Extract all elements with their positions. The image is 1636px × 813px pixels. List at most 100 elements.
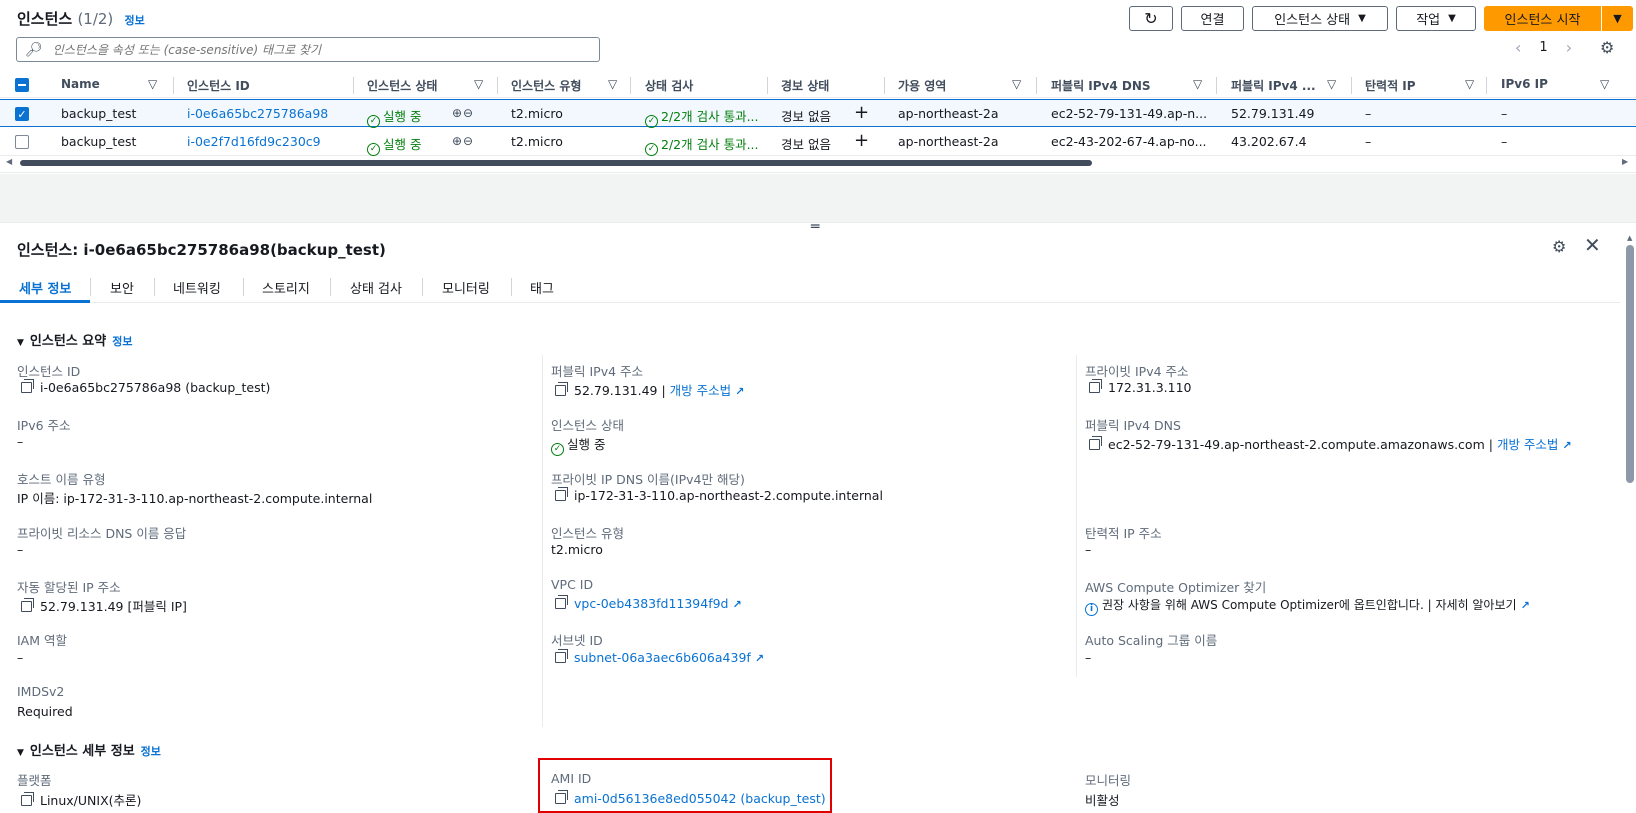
subnet-link[interactable]: subnet-06a3aec6b606a439f bbox=[574, 650, 751, 665]
col-availability-zone[interactable]: 가용 영역 bbox=[898, 77, 946, 94]
summary-section-header[interactable]: ▼ 인스턴스 요약 정보 bbox=[17, 330, 132, 349]
row-instance-id-link[interactable]: i-0e2f7d16fd9c230c9 bbox=[187, 134, 321, 149]
actions-label: 작업 bbox=[1416, 13, 1441, 28]
table-row[interactable]: backup_test i-0e2f7d16fd9c230c9 ✓ 실행 중 ⊕⊖… bbox=[0, 128, 1636, 156]
private-dns-label: 프라이빗 IP DNS 이름(IPv4만 해당) bbox=[551, 472, 745, 487]
check-circle-icon: ✓ bbox=[367, 143, 380, 156]
instance-state-button[interactable]: 인스턴스 상태 ▼ bbox=[1252, 6, 1388, 31]
scroll-right-icon[interactable]: ▶ bbox=[1622, 157, 1628, 166]
learn-more-link[interactable]: 자세히 알아보기 bbox=[1435, 598, 1516, 612]
copy-icon[interactable] bbox=[21, 792, 34, 806]
sort-icon[interactable]: ▽ bbox=[1465, 77, 1474, 91]
select-all-checkbox[interactable] bbox=[15, 78, 29, 92]
auto-ip-value: 52.79.131.49 [퍼블릭 IP] bbox=[21, 596, 187, 615]
iam-label: IAM 역할 bbox=[17, 633, 67, 648]
tab-status-checks[interactable]: 상태 검사 bbox=[350, 278, 402, 297]
gear-icon[interactable]: ⚙ bbox=[1600, 38, 1614, 57]
copy-icon[interactable] bbox=[555, 487, 568, 501]
plus-icon[interactable]: + bbox=[854, 130, 869, 151]
public-dns-label: 퍼블릭 IPv4 DNS bbox=[1085, 418, 1181, 433]
col-public-dns[interactable]: 퍼블릭 IPv4 DNS bbox=[1051, 77, 1151, 94]
tab-storage[interactable]: 스토리지 bbox=[262, 278, 310, 297]
details-section-header[interactable]: ▼ 인스턴스 세부 정보 정보 bbox=[17, 740, 161, 759]
sort-icon[interactable]: ▽ bbox=[148, 77, 157, 91]
copy-icon[interactable] bbox=[555, 382, 568, 396]
launch-label: 인스턴스 시작 bbox=[1504, 13, 1581, 28]
info-link[interactable]: 정보 bbox=[112, 335, 132, 348]
imds-value: Required bbox=[17, 704, 73, 719]
info-link[interactable]: 정보 bbox=[125, 14, 145, 27]
public-ipv4-value: 52.79.131.49 | 개방 주소법 ↗ bbox=[555, 380, 744, 399]
col-alarm-status[interactable]: 경보 상태 bbox=[781, 77, 829, 94]
copy-icon[interactable] bbox=[21, 379, 34, 393]
search-icon: 🔎︎ bbox=[25, 41, 43, 58]
row-checkbox[interactable]: ✓ bbox=[15, 107, 29, 121]
plus-icon[interactable]: + bbox=[854, 102, 869, 123]
copy-icon[interactable] bbox=[1089, 379, 1102, 393]
sort-icon[interactable]: ▽ bbox=[474, 77, 483, 91]
sort-icon[interactable]: ▽ bbox=[1193, 77, 1202, 91]
col-instance-type[interactable]: 인스턴스 유형 bbox=[511, 77, 581, 94]
state-label: 인스턴스 상태 bbox=[551, 418, 624, 433]
public-dns-value: ec2-52-79-131-49.ap-northeast-2.compute.… bbox=[1089, 434, 1572, 453]
vertical-scrollbar[interactable] bbox=[1626, 245, 1634, 483]
copy-icon[interactable] bbox=[555, 595, 568, 609]
copy-icon[interactable] bbox=[21, 598, 34, 612]
sort-icon[interactable]: ▽ bbox=[1012, 77, 1021, 91]
tab-networking[interactable]: 네트워킹 bbox=[173, 278, 221, 297]
sort-icon[interactable]: ▽ bbox=[608, 77, 617, 91]
check-circle-icon: ✓ bbox=[551, 443, 564, 456]
caret-down-icon: ▼ bbox=[17, 338, 24, 348]
zoom-icons[interactable]: ⊕⊖ bbox=[452, 134, 474, 148]
copy-icon[interactable] bbox=[555, 649, 568, 663]
connect-button[interactable]: 연결 bbox=[1181, 6, 1244, 31]
scroll-thumb[interactable] bbox=[20, 160, 1092, 166]
col-public-ipv4[interactable]: 퍼블릭 IPv4 ... bbox=[1231, 77, 1316, 94]
table-row[interactable]: ✓ backup_test i-0e6a65bc275786a98 ✓ 실행 중 … bbox=[0, 99, 1636, 128]
col-instance-state[interactable]: 인스턴스 상태 bbox=[367, 77, 437, 94]
tab-tags[interactable]: 태그 bbox=[530, 278, 554, 297]
caret-down-icon: ▼ bbox=[1358, 13, 1366, 24]
tab-details[interactable]: 세부 정보 bbox=[19, 278, 71, 297]
launch-dropdown-button[interactable]: ▼ bbox=[1601, 6, 1633, 31]
sort-icon[interactable]: ▽ bbox=[1600, 77, 1609, 91]
chevron-left-icon[interactable]: ‹ bbox=[1515, 38, 1521, 57]
col-ipv6[interactable]: IPv6 IP bbox=[1501, 77, 1548, 91]
optimizer-label: AWS Compute Optimizer 찾기 bbox=[1085, 580, 1267, 595]
horizontal-scrollbar[interactable]: ◀ ▶ bbox=[0, 157, 1636, 168]
launch-instance-button[interactable]: 인스턴스 시작 bbox=[1484, 6, 1601, 31]
vpc-link[interactable]: vpc-0eb4383fd11394f9d bbox=[574, 596, 729, 611]
tab-monitoring[interactable]: 모니터링 bbox=[442, 278, 490, 297]
col-instance-id[interactable]: 인스턴스 ID bbox=[187, 77, 250, 94]
auto-ip-label: 자동 할당된 IP 주소 bbox=[17, 580, 121, 595]
search-input[interactable] bbox=[52, 42, 573, 57]
scroll-left-icon[interactable]: ◀ bbox=[6, 157, 12, 166]
actions-button[interactable]: 작업 ▼ bbox=[1396, 6, 1476, 31]
search-box[interactable]: 🔎︎ bbox=[16, 37, 600, 62]
refresh-button[interactable]: ↻ bbox=[1129, 6, 1173, 31]
resize-handle-icon[interactable]: ═ bbox=[811, 219, 819, 235]
private-ipv4-value: 172.31.3.110 bbox=[1089, 379, 1192, 395]
zoom-icons[interactable]: ⊕⊖ bbox=[452, 106, 474, 120]
col-name[interactable]: Name bbox=[61, 77, 100, 91]
optimizer-link[interactable]: 권장 사항을 위해 AWS Compute Optimizer에 옵트인합니다.… bbox=[1102, 598, 1432, 612]
row-instance-id-link[interactable]: i-0e6a65bc275786a98 bbox=[187, 106, 328, 121]
open-address-link[interactable]: 개방 주소법 bbox=[1497, 437, 1558, 452]
copy-icon[interactable] bbox=[1089, 436, 1102, 450]
row-state: ✓ 실행 중 bbox=[367, 134, 421, 156]
open-address-link[interactable]: 개방 주소법 bbox=[670, 383, 731, 398]
close-icon[interactable]: ✕ bbox=[1584, 233, 1601, 257]
row-checkbox[interactable] bbox=[15, 135, 29, 149]
tab-security[interactable]: 보안 bbox=[110, 278, 134, 297]
info-link[interactable]: 정보 bbox=[141, 745, 161, 758]
iam-value: – bbox=[17, 650, 24, 665]
gear-icon[interactable]: ⚙ bbox=[1552, 237, 1566, 256]
col-status-check[interactable]: 상태 검사 bbox=[645, 77, 693, 94]
sort-icon[interactable]: ▽ bbox=[1327, 77, 1336, 91]
external-link-icon: ↗ bbox=[1562, 439, 1572, 452]
col-elastic-ip[interactable]: 탄력적 IP bbox=[1365, 77, 1416, 94]
chevron-right-icon[interactable]: › bbox=[1566, 38, 1572, 57]
page-number[interactable]: 1 bbox=[1539, 40, 1547, 55]
monitoring-label: 모니터링 bbox=[1085, 773, 1132, 788]
scroll-up-icon[interactable]: ▲ bbox=[1627, 234, 1632, 242]
